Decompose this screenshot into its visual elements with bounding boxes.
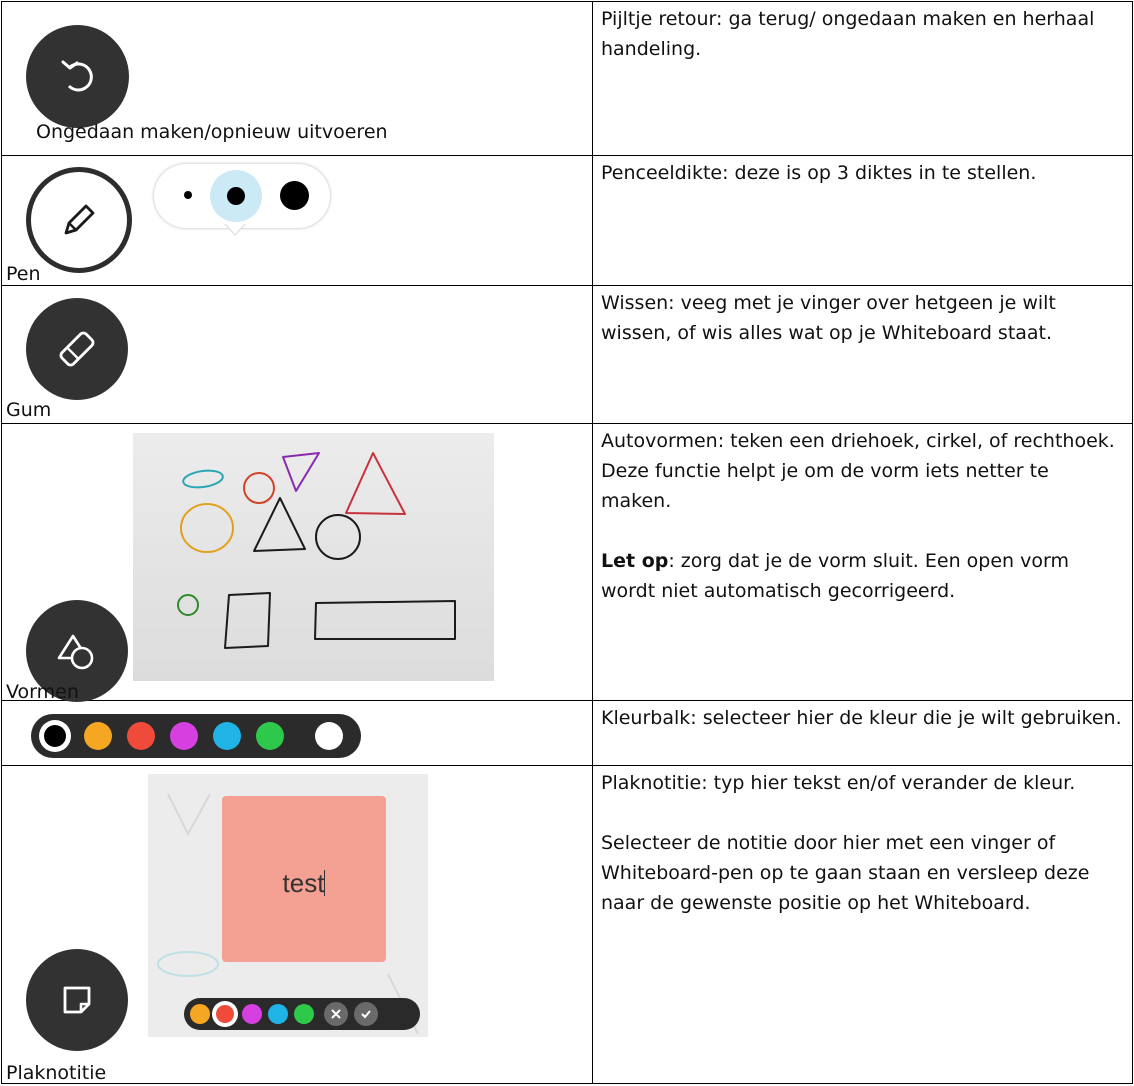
color-swatch-magenta[interactable] <box>170 722 198 750</box>
note-color-green[interactable] <box>294 1004 314 1024</box>
description-text: Wissen: veeg met je vinger over hetgeen … <box>601 292 1056 344</box>
row-caption: Pen <box>6 263 41 285</box>
note-delete-button[interactable] <box>324 1002 348 1026</box>
pen-thickness-popup <box>154 164 330 228</box>
check-icon <box>361 1010 371 1019</box>
tools-table: Ongedaan maken/opnieuw uitvoeren Pijltje… <box>1 1 1133 1084</box>
description-cell: Kleurbalk: selecteer hier de kleur die j… <box>592 700 1133 766</box>
color-swatch-red[interactable] <box>127 722 155 750</box>
row-caption: Ongedaan maken/opnieuw uitvoeren <box>36 121 388 143</box>
warning-label: Let op <box>601 550 669 572</box>
shapes-icon <box>57 634 94 670</box>
icon-cell: Pen <box>1 155 593 286</box>
description-cell: Penceeldikte: deze is op 3 diktes in te … <box>592 155 1133 286</box>
icon-cell <box>1 700 593 766</box>
color-swatch-green[interactable] <box>256 722 284 750</box>
sticky-note[interactable]: test <box>222 796 386 962</box>
icon-cell: Vormen <box>1 423 593 703</box>
icon-cell: test Plaknotitie <box>1 765 593 1084</box>
pencil-icon <box>64 204 95 235</box>
eraser-button[interactable] <box>26 298 128 400</box>
icon-cell: Ongedaan maken/opnieuw uitvoeren <box>1 1 593 156</box>
note-color-red-selected[interactable] <box>212 1001 238 1027</box>
icon-cell: Gum <box>1 285 593 424</box>
description-text: Penceeldikte: deze is op 3 diktes in te … <box>601 162 1037 184</box>
sticky-note-example-photo: test <box>148 774 428 1037</box>
color-swatch-black-selected[interactable] <box>39 720 71 752</box>
description-text: Pijltje retour: ga terug/ ongedaan maken… <box>601 8 1095 60</box>
sticky-note-icon <box>63 986 91 1014</box>
table-row: Kleurbalk: selecteer hier de kleur die j… <box>1 700 1133 766</box>
row-caption: Plaknotitie <box>6 1062 107 1084</box>
thickness-medium-selected[interactable] <box>210 170 262 222</box>
close-icon <box>331 1009 341 1019</box>
sticky-note-button[interactable] <box>26 949 128 1051</box>
description-text: Plaknotitie: typ hier tekst en/of verand… <box>601 772 1076 794</box>
color-swatch-orange[interactable] <box>84 722 112 750</box>
color-bar <box>31 714 361 758</box>
undo-button[interactable] <box>26 25 129 128</box>
note-confirm-button[interactable] <box>354 1002 378 1026</box>
table-row: Vormen Autovormen: teken een driehoek, c… <box>1 423 1133 703</box>
description-cell: Pijltje retour: ga terug/ ongedaan maken… <box>592 1 1133 156</box>
thickness-small[interactable] <box>184 191 192 199</box>
description-cell: Autovormen: teken een driehoek, cirkel, … <box>592 423 1133 701</box>
table-row: test Plaknotitie Plaknotitie: typ hier t… <box>1 765 1133 1084</box>
row-caption: Gum <box>6 399 52 421</box>
hand-drawn-shapes-image <box>177 452 456 649</box>
note-color-cyan[interactable] <box>268 1004 288 1024</box>
note-color-orange[interactable] <box>190 1004 210 1024</box>
eraser-icon <box>59 331 95 367</box>
table-row: Gum Wissen: veeg met je vinger over hetg… <box>1 285 1133 424</box>
description-text: Autovormen: teken een driehoek, cirkel, … <box>601 430 1115 512</box>
thickness-large[interactable] <box>280 181 309 210</box>
description-cell: Plaknotitie: typ hier tekst en/of verand… <box>592 765 1133 1084</box>
description-text: Selecteer de notitie door hier met een v… <box>601 832 1090 914</box>
description-cell: Wissen: veeg met je vinger over hetgeen … <box>592 285 1133 424</box>
shapes-example-photo <box>133 433 494 681</box>
pen-button[interactable] <box>26 167 132 273</box>
undo-icon <box>61 60 93 91</box>
color-swatch-cyan[interactable] <box>213 722 241 750</box>
note-color-magenta[interactable] <box>242 1004 262 1024</box>
table-row: Ongedaan maken/opnieuw uitvoeren Pijltje… <box>1 1 1133 156</box>
description-text: Kleurbalk: selecteer hier de kleur die j… <box>601 707 1122 729</box>
sticky-note-toolbar <box>184 998 420 1030</box>
color-swatch-white[interactable] <box>315 722 343 750</box>
table-row: Pen Penceeldikte: deze is op 3 diktes in… <box>1 155 1133 286</box>
warning-text: Let op: zorg dat je de vorm sluit. Een o… <box>601 550 1069 602</box>
sticky-note-text[interactable]: test <box>283 868 325 898</box>
